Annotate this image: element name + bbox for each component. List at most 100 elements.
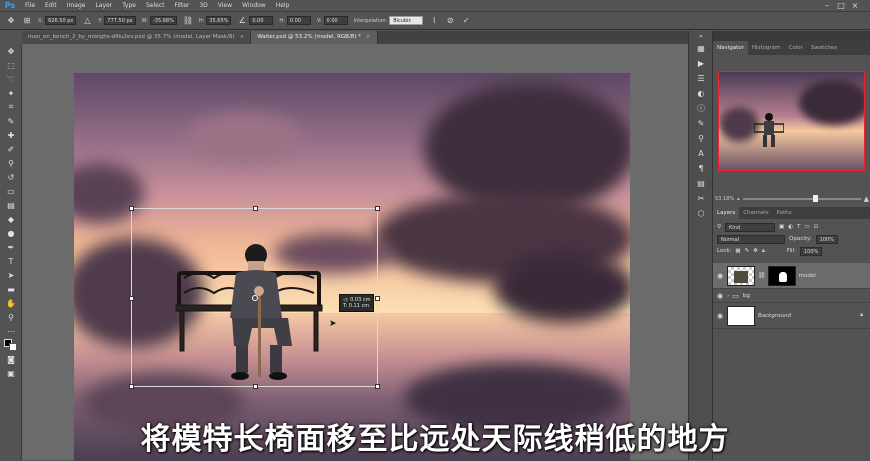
cancel-transform-icon[interactable]: ⊘	[445, 16, 455, 26]
lock-transparent-icon[interactable]: ▦	[735, 248, 740, 254]
menu-help[interactable]: Help	[271, 0, 295, 12]
transform-handle-left[interactable]	[129, 296, 134, 301]
path-selection-tool-icon[interactable]: ➤	[0, 268, 22, 282]
3d-panel-icon[interactable]: ⬡	[689, 206, 713, 221]
tab-swatches[interactable]: Swatches	[807, 41, 841, 55]
eyedropper-tool-icon[interactable]: ✎	[0, 114, 22, 128]
transform-handle-bottom-right[interactable]	[375, 384, 380, 389]
lock-position-icon[interactable]: ✥	[753, 248, 758, 254]
layer-name[interactable]: model	[799, 273, 816, 279]
visibility-eye-icon[interactable]: ◉	[713, 292, 727, 300]
commit-transform-icon[interactable]: ✓	[461, 16, 471, 26]
transform-handle-top-left[interactable]	[129, 206, 134, 211]
lasso-tool-icon[interactable]: ➰	[0, 72, 22, 86]
info-panel-icon[interactable]: ⓘ	[689, 101, 713, 116]
tab-navigator[interactable]: Navigator	[713, 41, 748, 55]
delta-icon[interactable]: △	[82, 16, 92, 26]
layer-row-background[interactable]: ◉ Background 🔒︎	[713, 303, 870, 329]
minimize-icon[interactable]: –	[822, 1, 832, 11]
more-tools-icon[interactable]: ⋯	[0, 324, 22, 338]
blend-mode-select[interactable]: Normal	[717, 234, 785, 244]
layer-row-bg-group[interactable]: ◉ › ▭ bg	[713, 289, 870, 303]
lock-pixels-icon[interactable]: ✎	[745, 248, 750, 254]
type-tool-icon[interactable]: T	[0, 254, 22, 268]
play-actions-icon[interactable]: ▶	[689, 56, 713, 71]
menu-window[interactable]: Window	[237, 0, 271, 12]
navigator-preview[interactable]	[718, 71, 865, 171]
layer-mask-thumbnail[interactable]	[767, 265, 796, 286]
reference-point-icon[interactable]: ⊞	[22, 16, 32, 26]
dodge-tool-icon[interactable]: ●	[0, 226, 22, 240]
marquee-tool-icon[interactable]: ⬚	[0, 58, 22, 72]
fill-input[interactable]: 100%	[799, 246, 823, 256]
layer-comps-icon[interactable]: ▤	[689, 176, 713, 191]
tab-paths[interactable]: Paths	[773, 207, 796, 219]
tab-man-on-bench[interactable]: man_on_bench_2_by_mleighs-d4lu2ev.psd @ …	[22, 31, 252, 44]
close-icon[interactable]: ×	[850, 1, 860, 11]
angle-input[interactable]: 0.00	[249, 16, 274, 25]
menu-image[interactable]: Image	[62, 0, 91, 12]
adjustments-panel-icon[interactable]: ◐	[689, 86, 713, 101]
clone-stamp-tool-icon[interactable]: ⚲	[0, 156, 22, 170]
color-swatches-icon[interactable]	[0, 338, 22, 352]
blur-tool-icon[interactable]: ◆	[0, 212, 22, 226]
magic-wand-tool-icon[interactable]: ✦	[0, 86, 22, 100]
hskew-input[interactable]: 0.00	[286, 16, 311, 25]
layer-name[interactable]: Background	[758, 313, 791, 319]
expand-arrow-icon[interactable]: ›	[727, 293, 729, 299]
menu-3d[interactable]: 3D	[194, 0, 212, 12]
brush-tool-icon[interactable]: ✐	[0, 142, 22, 156]
close-tab-icon[interactable]: ×	[366, 34, 371, 40]
menu-filter[interactable]: Filter	[170, 0, 195, 12]
zoom-slider-knob[interactable]	[813, 195, 819, 202]
tab-channels[interactable]: Channels	[739, 207, 772, 219]
zoom-slider[interactable]	[742, 195, 861, 202]
transform-handle-top[interactable]	[253, 206, 258, 211]
properties-panel-icon[interactable]: ☰	[689, 71, 713, 86]
tab-layers[interactable]: Layers	[713, 207, 740, 219]
maximize-icon[interactable]: □	[836, 1, 846, 11]
zoom-out-icon[interactable]: ▴	[737, 196, 740, 202]
warp-mode-icon[interactable]: ⌇	[429, 16, 439, 26]
healing-brush-tool-icon[interactable]: ✚	[0, 128, 22, 142]
tab-histogram[interactable]: Histogram	[748, 41, 785, 55]
zoom-value[interactable]: 53.18%	[715, 196, 734, 202]
hand-tool-icon[interactable]: ✋	[0, 296, 22, 310]
menu-select[interactable]: Select	[141, 0, 170, 12]
quick-mask-icon[interactable]: ◙	[0, 352, 22, 366]
filter-pixel-icon[interactable]: ▣	[779, 224, 784, 230]
canvas-area[interactable]: ◁: 0.03 cm T: 0.11 cm ➤	[22, 44, 688, 461]
layer-name[interactable]: bg	[743, 293, 750, 299]
shape-tool-icon[interactable]: ▬	[0, 282, 22, 296]
menu-layer[interactable]: Layer	[90, 0, 117, 12]
character-panel-icon[interactable]: A	[689, 146, 713, 161]
opacity-input[interactable]: 100%	[815, 234, 838, 244]
filter-shape-icon[interactable]: ▭	[804, 224, 809, 230]
filter-adjustment-icon[interactable]: ◐	[788, 224, 793, 230]
move-tool-icon[interactable]: ✥	[0, 44, 22, 58]
clone-source-icon[interactable]: ⚲	[689, 131, 713, 146]
crop-tool-icon[interactable]: ⌗	[0, 100, 22, 114]
lock-all-icon[interactable]: 🔒︎	[762, 248, 765, 255]
transform-handle-bottom-left[interactable]	[129, 384, 134, 389]
close-tab-icon[interactable]: ×	[240, 34, 245, 40]
history-panel-icon[interactable]: ▦	[689, 41, 713, 56]
brush-panel-icon[interactable]: ✎	[689, 116, 713, 131]
link-icon[interactable]: ⛓	[183, 16, 193, 26]
filter-type-icon[interactable]: T	[797, 224, 800, 230]
w-input[interactable]: -35.68%	[149, 16, 177, 25]
history-brush-tool-icon[interactable]: ↺	[0, 170, 22, 184]
visibility-eye-icon[interactable]: ◉	[713, 312, 727, 320]
menu-file[interactable]: File	[20, 0, 40, 12]
zoom-tool-icon[interactable]: ⚲	[0, 310, 22, 324]
tools-presets-icon[interactable]: ✂	[689, 191, 713, 206]
transform-handle-right[interactable]	[375, 296, 380, 301]
transform-handle-bottom[interactable]	[253, 384, 258, 389]
paragraph-panel-icon[interactable]: ¶	[689, 161, 713, 176]
collapse-icon[interactable]: «	[689, 31, 713, 41]
transform-center-point[interactable]	[252, 295, 258, 301]
filter-smart-icon[interactable]: ⊡	[814, 224, 819, 230]
menu-type[interactable]: Type	[117, 0, 141, 12]
gradient-tool-icon[interactable]: ▤	[0, 198, 22, 212]
layer-row-model[interactable]: ◉ ⛓ model	[713, 263, 870, 289]
